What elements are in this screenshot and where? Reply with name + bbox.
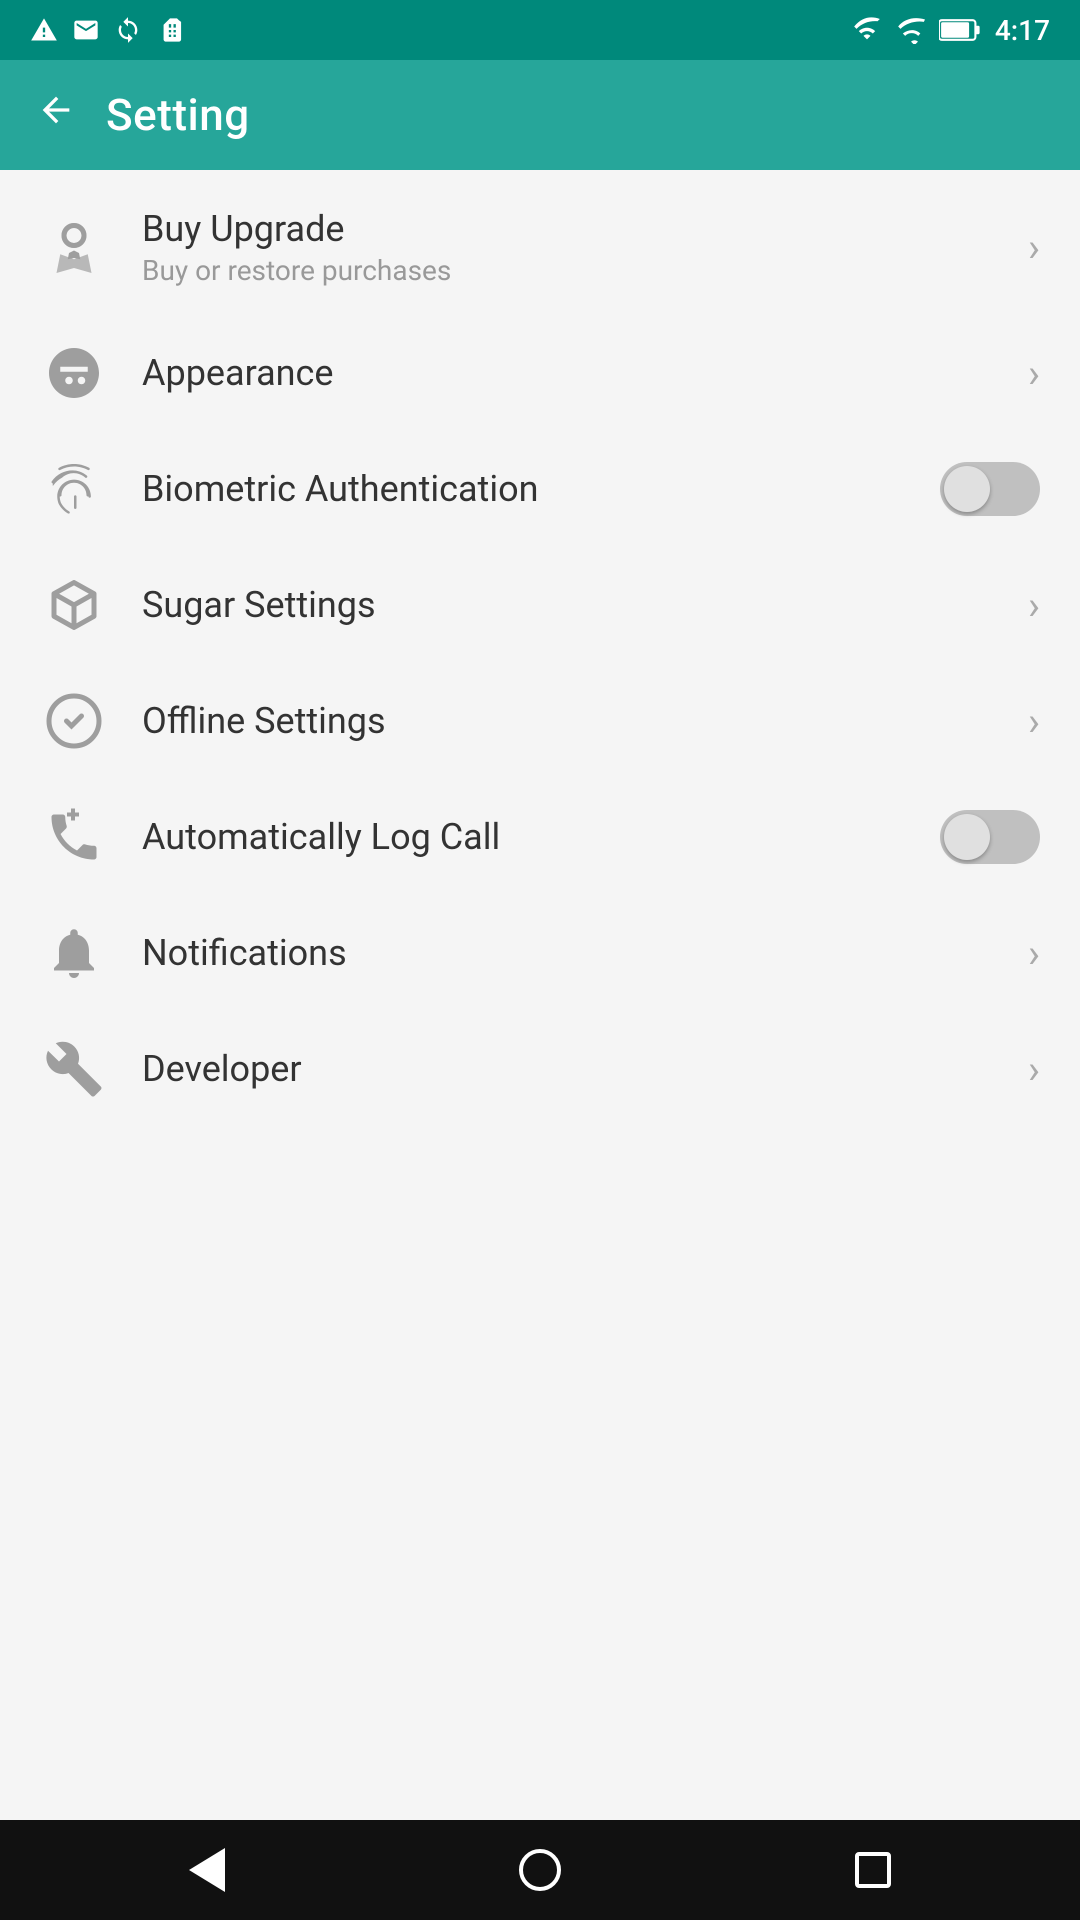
battery-icon [939,16,981,44]
sugar-content: Sugar Settings [112,584,1028,626]
biometric-toggle[interactable] [940,462,1040,516]
chevron-right-icon: › [1028,224,1040,271]
notifications-action: › [1028,930,1040,977]
status-icons-right: 4:17 [851,14,1050,47]
sugar-icon [36,575,112,635]
appearance-title: Appearance [142,352,1028,394]
gmail-icon [72,16,100,44]
alert-icon [30,16,58,44]
nav-back-icon [189,1848,225,1892]
nav-home-icon [519,1849,561,1891]
nav-recents-button[interactable] [838,1835,908,1905]
offline-content: Offline Settings [112,700,1028,742]
toggle-thumb [944,814,990,860]
wrench-icon [44,1039,104,1099]
fingerprint-icon [44,459,104,519]
auto-log-toggle[interactable] [940,810,1040,864]
status-icons-left [30,16,184,44]
buy-upgrade-content: Buy Upgrade Buy or restore purchases [112,208,1028,287]
settings-item-offline[interactable]: Offline Settings › [0,663,1080,779]
settings-item-biometric[interactable]: Biometric Authentication [0,431,1080,547]
status-bar: 4:17 [0,0,1080,60]
auto-log-content: Automatically Log Call [112,816,940,858]
nav-bar [0,1820,1080,1920]
chevron-right-icon: › [1028,582,1040,629]
nav-back-button[interactable] [172,1835,242,1905]
nav-home-button[interactable] [505,1835,575,1905]
settings-item-buy-upgrade[interactable]: Buy Upgrade Buy or restore purchases › [0,180,1080,315]
settings-item-notifications[interactable]: Notifications › [0,895,1080,1011]
sugar-action: › [1028,582,1040,629]
bell-icon [44,923,104,983]
buy-upgrade-subtitle: Buy or restore purchases [142,254,1028,287]
wifi-icon [851,16,883,44]
biometric-title: Biometric Authentication [142,468,940,510]
settings-item-appearance[interactable]: Appearance › [0,315,1080,431]
app-bar: Setting [0,60,1080,170]
sim-icon [156,16,184,44]
settings-item-auto-log[interactable]: Automatically Log Call [0,779,1080,895]
appearance-action: › [1028,350,1040,397]
offline-check-icon [44,691,104,751]
sync-icon [114,16,142,44]
developer-icon [36,1039,112,1099]
developer-content: Developer [112,1048,1028,1090]
face-icon [44,343,104,403]
chevron-right-icon: › [1028,350,1040,397]
offline-icon [36,691,112,751]
settings-item-sugar[interactable]: Sugar Settings › [0,547,1080,663]
auto-log-icon [36,807,112,867]
appearance-content: Appearance [112,352,1028,394]
biometric-icon [36,459,112,519]
auto-log-title: Automatically Log Call [142,816,940,858]
chevron-right-icon: › [1028,930,1040,977]
offline-title: Offline Settings [142,700,1028,742]
notifications-content: Notifications [112,932,1028,974]
buy-upgrade-title: Buy Upgrade [142,208,1028,250]
page-title: Setting [106,89,250,141]
back-arrow-icon [36,90,76,130]
offline-action: › [1028,698,1040,745]
buy-upgrade-icon [36,218,112,278]
developer-title: Developer [142,1048,1028,1090]
cube-icon [44,575,104,635]
notifications-icon [36,923,112,983]
buy-upgrade-action: › [1028,224,1040,271]
award-icon [44,218,104,278]
status-time: 4:17 [995,14,1050,47]
biometric-content: Biometric Authentication [112,468,940,510]
toggle-thumb [944,466,990,512]
biometric-action[interactable] [940,462,1040,516]
auto-log-action[interactable] [940,810,1040,864]
chevron-right-icon: › [1028,698,1040,745]
sugar-title: Sugar Settings [142,584,1028,626]
settings-list: Buy Upgrade Buy or restore purchases › A… [0,170,1080,1820]
signal-icon [897,16,925,44]
notifications-title: Notifications [142,932,1028,974]
phone-log-icon [44,807,104,867]
settings-item-developer[interactable]: Developer › [0,1011,1080,1127]
chevron-right-icon: › [1028,1046,1040,1093]
back-button[interactable] [36,90,76,141]
nav-recents-icon [855,1852,891,1888]
developer-action: › [1028,1046,1040,1093]
appearance-icon [36,343,112,403]
